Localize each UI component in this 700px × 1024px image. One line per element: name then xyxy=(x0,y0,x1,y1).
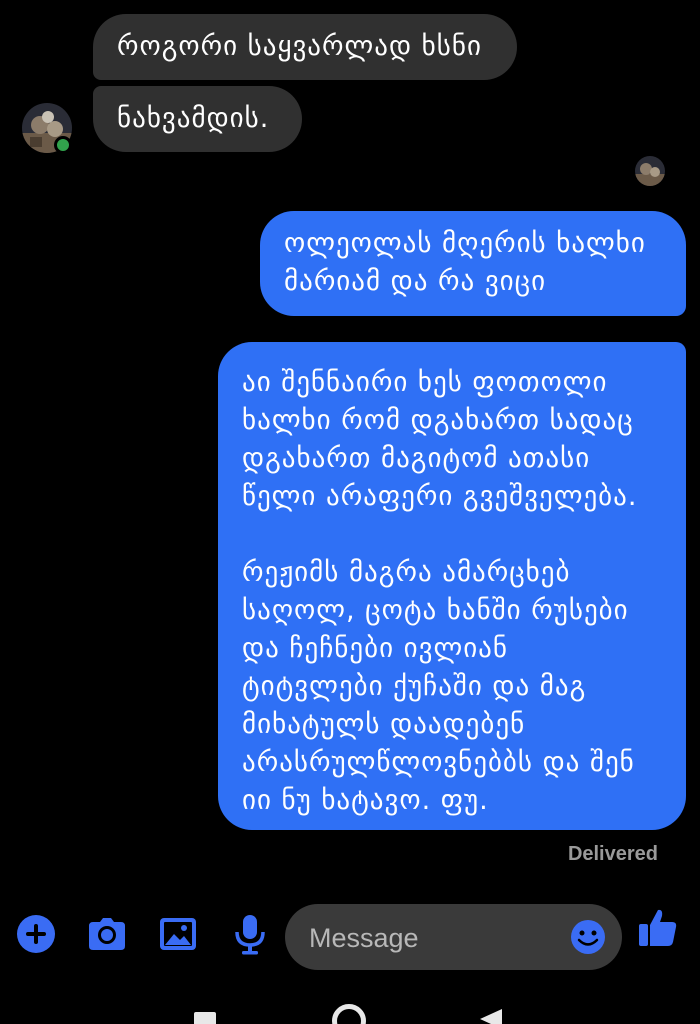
chat-screen: როგორი საყვარლად ხსნი ნახვამდის. ოლეოლას… xyxy=(0,0,700,1024)
avatar-photo xyxy=(635,156,665,186)
camera-icon[interactable] xyxy=(85,912,129,956)
system-navigation-bar xyxy=(0,996,700,1024)
thumbs-up-icon[interactable] xyxy=(636,906,680,950)
message-input-container[interactable] xyxy=(285,904,622,972)
incoming-message[interactable]: როგორი საყვარლად ხსნი xyxy=(93,14,517,80)
outgoing-message[interactable]: ოლეოლას მღერის ხალხი მარიამ და რა ვიცი xyxy=(260,211,686,316)
plus-circle-icon[interactable] xyxy=(14,912,58,956)
back-icon[interactable] xyxy=(480,1009,502,1024)
emoji-icon[interactable] xyxy=(570,919,606,955)
recents-icon[interactable] xyxy=(194,1012,216,1024)
image-icon[interactable] xyxy=(156,912,200,956)
incoming-message[interactable]: ნახვამდის. xyxy=(93,86,302,152)
microphone-icon[interactable] xyxy=(228,912,272,956)
message-input[interactable] xyxy=(307,904,561,972)
read-receipt-avatar xyxy=(635,156,665,186)
online-status-dot xyxy=(54,136,72,154)
home-icon[interactable] xyxy=(332,1004,366,1024)
delivery-status: Delivered xyxy=(567,843,658,865)
outgoing-message[interactable]: აი შენნაირი ხეს ფოთოლი ხალხი რომ დგახართ… xyxy=(218,342,686,830)
